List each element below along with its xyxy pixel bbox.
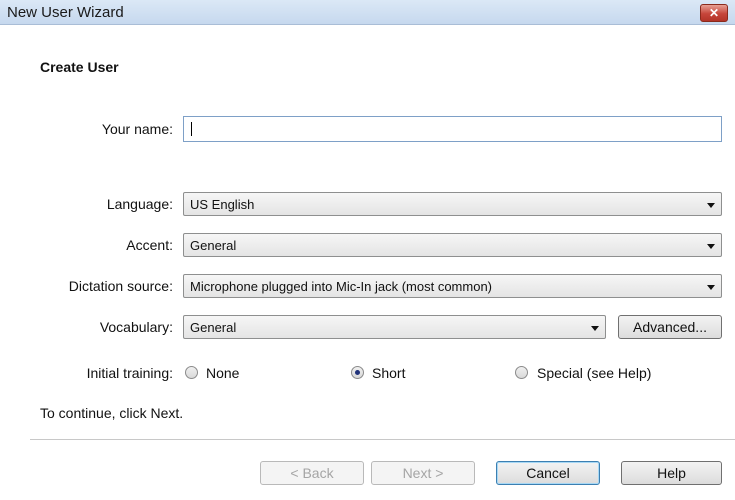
accent-value: General <box>190 238 237 253</box>
chevron-down-icon <box>707 244 715 249</box>
advanced-button[interactable]: Advanced... <box>618 315 722 339</box>
dictation-source-label: Dictation source: <box>68 278 173 294</box>
vocabulary-dropdown[interactable]: General <box>183 315 606 339</box>
training-special-label[interactable]: Special (see Help) <box>537 365 651 381</box>
chevron-down-icon <box>707 203 715 208</box>
chevron-down-icon <box>707 285 715 290</box>
title-bar[interactable]: New User Wizard ✕ <box>0 0 735 25</box>
training-special-radio[interactable] <box>515 366 528 379</box>
vocabulary-value: General <box>190 320 237 335</box>
language-label: Language: <box>106 196 173 212</box>
vocabulary-label: Vocabulary: <box>99 319 173 335</box>
close-icon[interactable]: ✕ <box>700 4 728 22</box>
text-caret <box>191 122 192 136</box>
new-user-wizard-window: New User Wizard ✕ Create User Your name:… <box>0 0 735 500</box>
divider <box>30 439 735 441</box>
chevron-down-icon <box>591 326 599 331</box>
training-short-radio[interactable] <box>351 366 364 379</box>
instructions-text: To continue, click Next. <box>40 405 184 421</box>
training-none-label[interactable]: None <box>206 365 239 381</box>
language-dropdown[interactable]: US English <box>183 192 722 216</box>
next-button[interactable]: Next > <box>371 461 475 485</box>
training-short-label[interactable]: Short <box>372 365 405 381</box>
window-title: New User Wizard <box>7 4 124 21</box>
help-button[interactable]: Help <box>621 461 722 485</box>
accent-label: Accent: <box>126 237 173 253</box>
training-none-radio[interactable] <box>185 366 198 379</box>
name-input[interactable] <box>183 116 722 142</box>
cancel-button[interactable]: Cancel <box>496 461 600 485</box>
dictation-source-value: Microphone plugged into Mic-In jack (mos… <box>190 279 493 294</box>
back-button[interactable]: < Back <box>260 461 364 485</box>
language-value: US English <box>190 197 255 212</box>
accent-dropdown[interactable]: General <box>183 233 722 257</box>
initial-training-label: Initial training: <box>86 365 173 381</box>
dictation-source-dropdown[interactable]: Microphone plugged into Mic-In jack (mos… <box>183 274 722 298</box>
name-label: Your name: <box>101 121 173 137</box>
page-heading: Create User <box>40 59 119 75</box>
